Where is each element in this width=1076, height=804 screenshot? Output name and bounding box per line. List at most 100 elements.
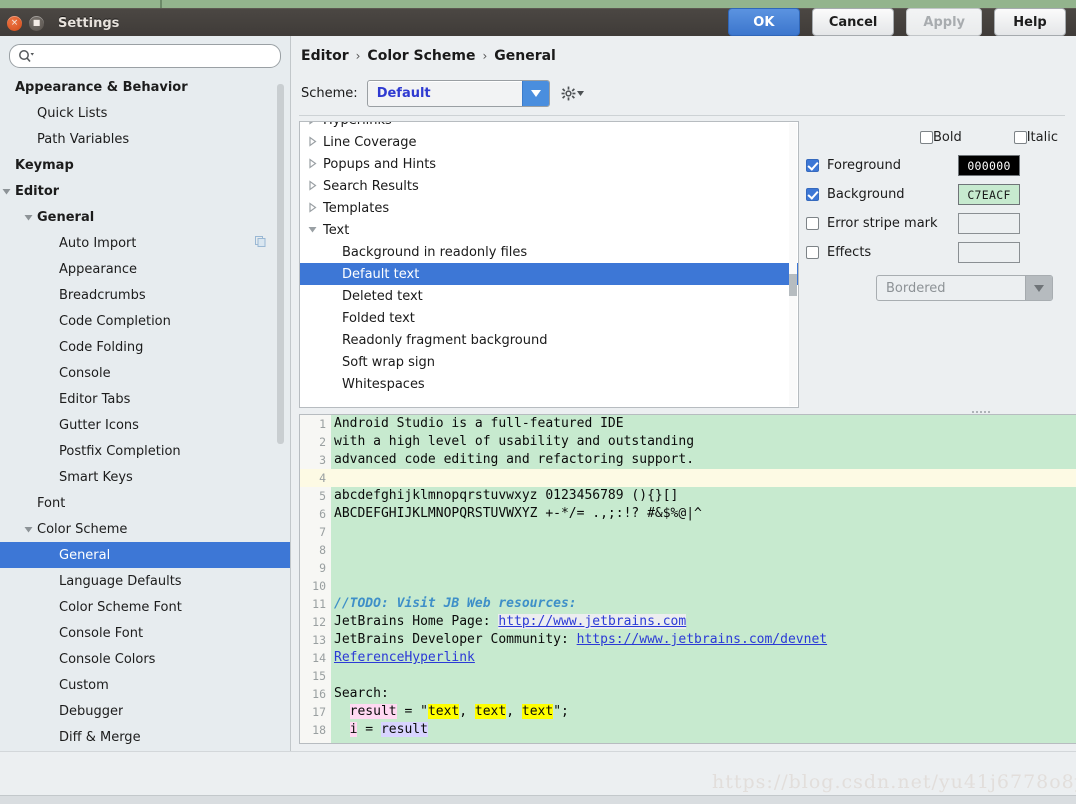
search-input[interactable] — [36, 48, 272, 64]
chevron-down-icon[interactable] — [22, 523, 35, 536]
color-tree-item-hyperlinks[interactable]: Hyperlinks — [300, 122, 798, 131]
code-token-link[interactable]: ReferenceHyperlink — [334, 650, 475, 665]
sidebar-tree[interactable]: Appearance & Behavior Quick Lists Path Var… — [0, 74, 290, 751]
foreground-color-swatch[interactable]: 000000 — [958, 155, 1020, 176]
color-tree-item-deleted-text[interactable]: Deleted text — [300, 285, 798, 307]
close-icon[interactable]: × — [7, 15, 22, 31]
color-tree-item-default-text[interactable]: Default text — [300, 263, 798, 285]
sidebar-scrollbar-thumb[interactable] — [277, 84, 284, 444]
sidebar-item-console[interactable]: Console — [0, 360, 290, 386]
editor-line: Android Studio is a full-featured IDE — [331, 415, 1076, 433]
sidebar-item-postfix-completion[interactable]: Postfix Completion — [0, 438, 290, 464]
color-tree-item-templates[interactable]: Templates — [300, 197, 798, 219]
bold-option[interactable]: Bold — [919, 130, 962, 145]
scheme-settings-button[interactable] — [561, 86, 584, 101]
effect-type-select[interactable]: Bordered — [876, 275, 1053, 301]
color-tree-item-popups-and-hints[interactable]: Popups and Hints — [300, 153, 798, 175]
error-stripe-color-swatch[interactable] — [958, 213, 1020, 234]
chevron-right-icon[interactable] — [306, 201, 320, 215]
sidebar-item-quick-lists[interactable]: Quick Lists — [0, 100, 290, 126]
chevron-down-icon[interactable] — [22, 211, 35, 224]
sidebar-item-breadcrumbs[interactable]: Breadcrumbs — [0, 282, 290, 308]
sidebar-item-label: Console — [59, 365, 111, 381]
close-glyph: × — [10, 17, 19, 28]
color-tree-item-background-in-readonly-files[interactable]: Background in readonly files — [300, 241, 798, 263]
chevron-right-icon[interactable] — [306, 135, 320, 149]
foreground-checkbox[interactable] — [806, 159, 819, 172]
maximize-icon[interactable]: ■ — [29, 15, 44, 31]
breadcrumb-item-editor[interactable]: Editor — [301, 48, 349, 64]
foreground-label: Foreground — [827, 158, 902, 173]
copy-icon[interactable] — [255, 235, 266, 251]
background-color-swatch[interactable]: C7EACF — [958, 184, 1020, 205]
color-tree-item-readonly-fragment-background[interactable]: Readonly fragment background — [300, 329, 798, 351]
breadcrumb-item-general[interactable]: General — [494, 48, 556, 64]
color-tree-item-text[interactable]: Text — [300, 219, 798, 241]
color-tree-scrollbar-thumb[interactable] — [789, 274, 797, 296]
color-tree-scrollbar[interactable] — [789, 123, 797, 406]
code-token-comment: //TODO: Visit JB Web resources: — [334, 596, 577, 611]
sidebar-item-code-folding[interactable]: Code Folding — [0, 334, 290, 360]
effects-checkbox[interactable] — [806, 246, 819, 259]
scheme-select[interactable]: Default — [366, 80, 550, 107]
sidebar-item-language-defaults[interactable]: Language Defaults — [0, 568, 290, 594]
sidebar-item-console-font[interactable]: Console Font — [0, 620, 290, 646]
sidebar-item-label: Console Colors — [59, 651, 156, 667]
sidebar-item-smart-keys[interactable]: Smart Keys — [0, 464, 290, 490]
sidebar-item-editor[interactable]: Editor — [0, 178, 290, 204]
sidebar-item-code-completion[interactable]: Code Completion — [0, 308, 290, 334]
sidebar-item-custom[interactable]: Custom — [0, 672, 290, 698]
bold-checkbox[interactable] — [919, 131, 933, 144]
chevron-right-icon[interactable] — [306, 122, 320, 127]
preview-editor[interactable]: 1 2 3 4 5 6 7 8 9 10 11 12 13 14 15 16 17 18 Android Stud… — [299, 414, 1076, 744]
italic-checkbox[interactable] — [1013, 131, 1027, 144]
editor-line — [331, 469, 1076, 487]
sidebar-item-font[interactable]: Font — [0, 490, 290, 516]
error-stripe-checkbox[interactable] — [806, 217, 819, 230]
chevron-right-icon[interactable] — [306, 157, 320, 171]
effects-color-swatch[interactable] — [958, 242, 1020, 263]
chevron-down-icon[interactable] — [1025, 276, 1052, 300]
editor-code-area[interactable]: Android Studio is a full-featured IDE wit… — [331, 415, 1076, 743]
chevron-right-icon[interactable] — [306, 179, 320, 193]
sidebar-item-diff-merge[interactable]: Diff & Merge — [0, 724, 290, 750]
chevron-down-icon[interactable] — [306, 223, 320, 237]
settings-sidebar: Appearance & Behavior Quick Lists Path Var… — [0, 36, 291, 751]
sidebar-item-general[interactable]: General — [0, 542, 290, 568]
code-token-plain: Android Studio is a full-featured IDE — [334, 416, 624, 431]
color-tree-item-line-coverage[interactable]: Line Coverage — [300, 131, 798, 153]
sidebar-item-color-scheme-font[interactable]: Color Scheme Font — [0, 594, 290, 620]
sidebar-item-general[interactable]: General — [0, 204, 290, 230]
sidebar-item-appearance[interactable]: Appearance — [0, 256, 290, 282]
sidebar-item-debugger[interactable]: Debugger — [0, 698, 290, 724]
search-box[interactable] — [9, 44, 281, 68]
sidebar-item-gutter-icons[interactable]: Gutter Icons — [0, 412, 290, 438]
italic-option[interactable]: Italic — [1013, 130, 1058, 145]
code-token-link[interactable]: https://www.jetbrains.com/devnet — [577, 632, 827, 647]
cancel-button[interactable]: Cancel — [811, 8, 895, 36]
sidebar-item-path-variables[interactable]: Path Variables — [0, 126, 290, 152]
background-checkbox[interactable] — [806, 188, 819, 201]
sidebar-item-appearance-behavior[interactable]: Appearance & Behavior — [0, 74, 290, 100]
color-tree-item-whitespaces[interactable]: Whitespaces — [300, 373, 798, 395]
chevron-down-icon[interactable] — [0, 185, 13, 198]
sidebar-item-keymap[interactable]: Keymap — [0, 152, 290, 178]
sidebar-item-label: Appearance — [59, 261, 138, 277]
color-tree-item-folded-text[interactable]: Folded text — [300, 307, 798, 329]
sidebar-item-editor-tabs[interactable]: Editor Tabs — [0, 386, 290, 412]
apply-button[interactable]: Apply — [906, 8, 982, 36]
help-button[interactable]: Help — [994, 8, 1066, 36]
chevron-down-icon[interactable] — [521, 81, 549, 106]
color-attribute-tree[interactable]: Hyperlinks Line Coverage Popups and Hints S… — [299, 121, 799, 408]
ok-button[interactable]: OK — [727, 8, 800, 36]
sidebar-item-auto-import[interactable]: Auto Import — [0, 230, 290, 256]
sidebar-item-console-colors[interactable]: Console Colors — [0, 646, 290, 672]
breadcrumb-item-color-scheme[interactable]: Color Scheme — [367, 48, 475, 64]
color-tree-item-soft-wrap-sign[interactable]: Soft wrap sign — [300, 351, 798, 373]
color-tree-item-search-results[interactable]: Search Results — [300, 175, 798, 197]
sidebar-item-color-scheme[interactable]: Color Scheme — [0, 516, 290, 542]
code-token-link[interactable]: http://www.jetbrains.com — [498, 614, 687, 629]
bold-label: Bold — [932, 130, 962, 145]
